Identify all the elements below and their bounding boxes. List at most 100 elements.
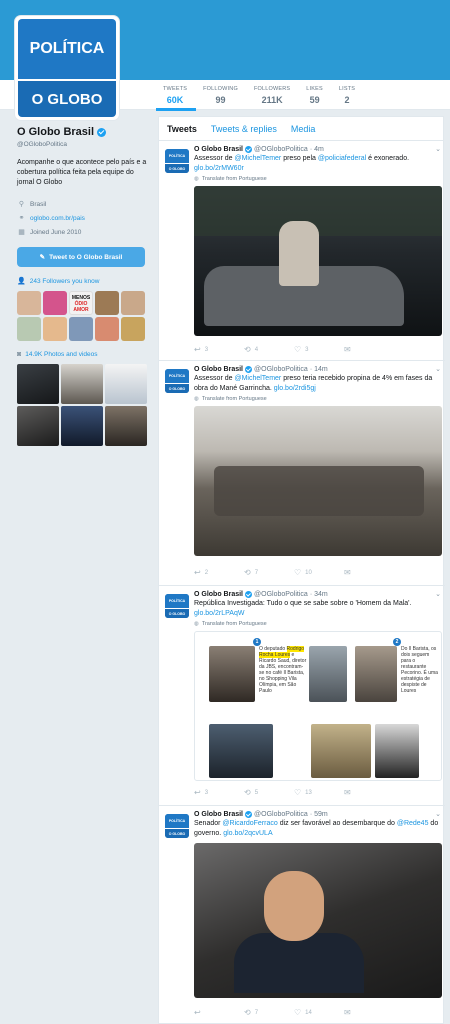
reply-button[interactable]: ↩ 2 — [194, 568, 244, 577]
stat-followers[interactable]: FOLLOWERS 211K — [247, 84, 299, 110]
verified-badge-icon — [245, 591, 253, 598]
tweet-author-handle[interactable]: @OGloboPolitica — [254, 811, 308, 818]
followers-you-know-link[interactable]: 👤 243 Followers you know — [17, 277, 147, 286]
retweet-button[interactable]: ⟲ 5 — [244, 788, 294, 797]
infographic-text: O deputado Rodrigo Rocha Loures e Ricard… — [259, 646, 307, 694]
camera-icon: ◙ — [17, 351, 22, 358]
tweet[interactable]: POLÍTICA O GLOBO ⌄ O Globo Brasil @OGlob… — [159, 141, 445, 361]
tweet-author-name[interactable]: O Globo Brasil — [194, 366, 243, 373]
url-link[interactable]: glo.bo/2rMW60r — [194, 165, 244, 172]
verified-badge-icon — [245, 146, 253, 153]
reply-button[interactable]: ↩ — [194, 1008, 244, 1017]
tweet-actions: ↩ 2 ⟲ 7 ♡ 10 ✉ — [194, 568, 394, 577]
profile-meta: ⚲ Brasil ⚭ oglobo.com.br/pais ▦ Joined J… — [17, 197, 147, 239]
media-thumbnail[interactable] — [17, 406, 59, 446]
profile-avatar[interactable]: POLÍTICA O GLOBO — [15, 16, 119, 120]
mention-link[interactable]: @MichelTemer — [234, 155, 281, 162]
tweet-author-name[interactable]: O Globo Brasil — [194, 146, 243, 153]
dm-button[interactable]: ✉ — [344, 1008, 394, 1017]
tweet-author-handle[interactable]: @OGloboPolitica — [254, 146, 308, 153]
reply-button[interactable]: ↩ 3 — [194, 345, 244, 354]
dm-button[interactable]: ✉ — [344, 345, 394, 354]
retweet-button[interactable]: ⟲ 7 — [244, 1008, 294, 1017]
follower-avatar[interactable] — [17, 317, 41, 341]
tweet-photo[interactable] — [194, 843, 442, 998]
profile-name[interactable]: O Globo Brasil — [17, 126, 147, 138]
tweet-to-button[interactable]: ✎ Tweet to O Globo Brasil — [17, 247, 145, 267]
retweet-icon: ⟲ — [244, 568, 251, 577]
tweet-text: Senador @RicardoFerraco diz ser favoráve… — [194, 820, 439, 837]
mention-link[interactable]: @RicardoFerraco — [222, 820, 277, 827]
tweet-avatar[interactable]: POLÍTICA O GLOBO — [165, 149, 189, 173]
timeline-tabs: Tweets Tweets & replies Media — [159, 117, 443, 141]
tab-media[interactable]: Media — [291, 124, 316, 134]
tweet-author-handle[interactable]: @OGloboPolitica — [254, 591, 308, 598]
follower-avatar[interactable] — [95, 317, 119, 341]
tweet-photo[interactable] — [194, 406, 442, 556]
tab-tweets[interactable]: Tweets — [167, 124, 197, 134]
stat-following[interactable]: FOLLOWING 99 — [196, 84, 247, 110]
tweet[interactable]: POLÍTICA O GLOBO ⌄ O Globo Brasil @OGlob… — [159, 586, 445, 806]
tweet[interactable]: POLÍTICA O GLOBO ⌄ O Globo Brasil @OGlob… — [159, 806, 445, 1024]
like-button[interactable]: ♡ 10 — [294, 568, 344, 577]
heart-icon: ♡ — [294, 1008, 302, 1017]
retweet-button[interactable]: ⟲ 7 — [244, 568, 294, 577]
profile-url[interactable]: oglobo.com.br/pais — [30, 215, 85, 222]
tweet-timestamp[interactable]: · 34m — [310, 591, 328, 598]
retweet-icon: ⟲ — [244, 345, 251, 354]
mention-link[interactable]: @Rede45 — [397, 820, 429, 827]
follower-avatar[interactable] — [95, 291, 119, 315]
follower-avatar[interactable] — [43, 291, 67, 315]
media-thumbnail[interactable] — [61, 406, 103, 446]
media-thumbnail[interactable] — [17, 364, 59, 404]
tweet-photo[interactable] — [194, 186, 442, 336]
dm-button[interactable]: ✉ — [344, 788, 394, 797]
tweet-actions: ↩ ⟲ 7 ♡ 14 ✉ — [194, 1008, 394, 1017]
url-link[interactable]: glo.bo/2rdi5gj — [274, 385, 316, 392]
profile-handle[interactable]: @OGloboPolitica — [17, 141, 147, 148]
like-button[interactable]: ♡ 13 — [294, 788, 344, 797]
translate-link[interactable]: ◍ Translate from Portuguese — [194, 621, 440, 627]
follower-avatar[interactable] — [43, 317, 67, 341]
envelope-icon: ✉ — [344, 345, 351, 354]
reply-icon: ↩ — [194, 1008, 201, 1017]
tweet-infographic[interactable]: 1 O deputado Rodrigo Rocha Loures e Rica… — [194, 631, 442, 781]
url-link[interactable]: glo.bo/2qcvULA — [223, 830, 272, 837]
mention-link[interactable]: @policiafederal — [318, 155, 366, 162]
follower-avatar[interactable] — [69, 317, 93, 341]
like-button[interactable]: ♡ 14 — [294, 1008, 344, 1017]
like-button[interactable]: ♡ 3 — [294, 345, 344, 354]
tweet-author-name[interactable]: O Globo Brasil — [194, 591, 243, 598]
dm-button[interactable]: ✉ — [344, 568, 394, 577]
tweet-avatar[interactable]: POLÍTICA O GLOBO — [165, 814, 189, 838]
translate-link[interactable]: ◍ Translate from Portuguese — [194, 176, 440, 182]
tweet-avatar[interactable]: POLÍTICA O GLOBO — [165, 594, 189, 618]
translate-link[interactable]: ◍ Translate from Portuguese — [194, 396, 440, 402]
follower-avatar[interactable] — [17, 291, 41, 315]
tweet-author-name[interactable]: O Globo Brasil — [194, 811, 243, 818]
stat-likes[interactable]: LIKES 59 — [299, 84, 332, 110]
tweet[interactable]: POLÍTICA O GLOBO ⌄ O Globo Brasil @OGlob… — [159, 361, 445, 586]
tweet-timestamp[interactable]: · 14m — [310, 366, 328, 373]
tweet-timestamp[interactable]: · 59m — [310, 811, 328, 818]
media-thumbnail[interactable] — [61, 364, 103, 404]
tweet-avatar[interactable]: POLÍTICA O GLOBO — [165, 369, 189, 393]
retweet-icon: ⟲ — [244, 1008, 251, 1017]
tab-tweets-replies[interactable]: Tweets & replies — [211, 124, 277, 134]
reply-button[interactable]: ↩ 3 — [194, 788, 244, 797]
tweet-timestamp[interactable]: · 4m — [310, 146, 324, 153]
photos-videos-link[interactable]: ◙ 14.9K Photos and videos — [17, 351, 147, 358]
url-link[interactable]: glo.bo/2rLPAqW — [194, 610, 244, 617]
mention-link[interactable]: @MichelTemer — [234, 375, 281, 382]
media-thumbnail[interactable] — [105, 406, 147, 446]
envelope-icon: ✉ — [344, 568, 351, 577]
follower-avatar[interactable] — [121, 317, 145, 341]
follower-avatar[interactable] — [121, 291, 145, 315]
stat-tweets[interactable]: TWEETS 60K — [156, 84, 197, 111]
media-thumbnail[interactable] — [105, 364, 147, 404]
reply-icon: ↩ — [194, 345, 201, 354]
tweet-author-handle[interactable]: @OGloboPolitica — [254, 366, 308, 373]
follower-avatar[interactable]: MENOS ÓDIO AMOR — [69, 291, 93, 315]
retweet-button[interactable]: ⟲ 4 — [244, 345, 294, 354]
stat-lists[interactable]: LISTS 2 — [332, 84, 364, 110]
